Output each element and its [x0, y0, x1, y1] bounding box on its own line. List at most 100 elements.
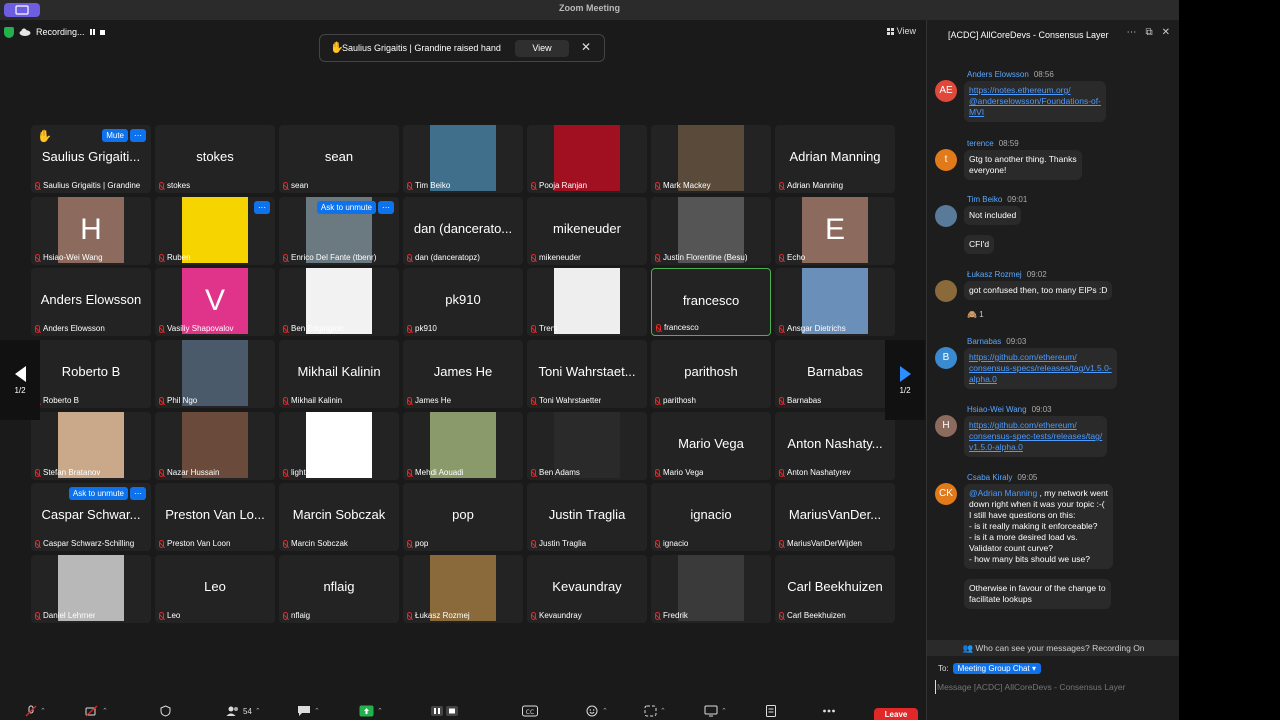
message-link[interactable]: https://github.com/ethereum/ consensus-s…	[964, 416, 1108, 457]
participant-tile[interactable]: Justin Traglia Justin Traglia	[527, 483, 647, 551]
avatar[interactable]	[935, 280, 957, 302]
participant-tile[interactable]: Justin Florentine (Besu)	[651, 197, 771, 265]
next-page-button[interactable]: 1/2	[885, 340, 925, 420]
mention-link[interactable]: @Adrian Manning	[969, 488, 1037, 498]
participant-tile[interactable]: Roberto B Roberto B	[31, 340, 151, 408]
participant-tile[interactable]: pk910 pk910	[403, 268, 523, 336]
participant-tile[interactable]: Marcin Sobczak Marcin Sobczak	[279, 483, 399, 551]
tile-more-icon[interactable]: ⋯	[378, 201, 394, 214]
participant-tile[interactable]: Leo Leo	[155, 555, 275, 623]
participant-tile[interactable]: Mario Vega Mario Vega	[651, 412, 771, 480]
participant-tile[interactable]: Barnabas Barnabas	[775, 340, 895, 408]
message-reaction[interactable]: 🙈 1	[967, 310, 984, 319]
share-screen-toolbar-button[interactable]: ⌃	[359, 704, 383, 718]
participant-tile[interactable]: Nazar Hussain	[155, 412, 275, 480]
tile-action-button[interactable]: Mute	[102, 129, 128, 142]
avatar[interactable]: CK	[935, 483, 957, 505]
participant-tile[interactable]: E Echo	[775, 197, 895, 265]
participant-tile[interactable]: Anton Nashaty... Anton Nashatyrev	[775, 412, 895, 480]
participant-tile[interactable]: Mark Mackey	[651, 125, 771, 193]
start-video-button[interactable]: ⌃	[85, 704, 108, 718]
participant-tile[interactable]: sean sean	[279, 125, 399, 193]
avatar[interactable]	[935, 205, 957, 227]
participant-tile[interactable]: Phil Ngo	[155, 340, 275, 408]
participant-tile[interactable]: Ben Adams	[527, 412, 647, 480]
reactions-button[interactable]: ⌃	[586, 704, 608, 718]
tile-action-button[interactable]: Ask to unmute	[316, 201, 376, 214]
chevron-up-icon[interactable]: ⌃	[40, 707, 46, 715]
apps-button[interactable]: ⌃	[644, 704, 666, 718]
participant-tile[interactable]: Kevaundray Kevaundray	[527, 555, 647, 623]
avatar[interactable]: AE	[935, 80, 957, 102]
tile-more-icon[interactable]: ⋯	[254, 201, 270, 214]
privacy-note[interactable]: 👥 Who can see your messages? Recording O…	[927, 640, 1180, 656]
participant-tile[interactable]: Fredrik	[651, 555, 771, 623]
participant-tile[interactable]: Tim Beiko	[403, 125, 523, 193]
participant-tile[interactable]: H Hsiao-Wei Wang	[31, 197, 151, 265]
chevron-up-icon[interactable]: ⌃	[602, 707, 608, 715]
chat-message-input[interactable]	[935, 680, 1173, 694]
chevron-up-icon[interactable]: ⌃	[102, 707, 108, 715]
participant-tile[interactable]: Łukasz Rozmej	[403, 555, 523, 623]
close-icon[interactable]: ✕	[581, 40, 591, 54]
pause-recording-icon[interactable]	[89, 29, 95, 35]
participant-tile[interactable]: Mehdi Aouadi	[403, 412, 523, 480]
avatar[interactable]: t	[935, 149, 957, 171]
unmute-button[interactable]: ⌃	[25, 704, 46, 718]
participant-tile[interactable]: Ben Edgington	[279, 268, 399, 336]
participant-tile[interactable]: Daniel Lehrner	[31, 555, 151, 623]
participant-tile[interactable]: V Vasiliy Shapovalov	[155, 268, 275, 336]
participant-tile[interactable]: dan (dancerato... dan (danceratopz)	[403, 197, 523, 265]
participant-tile[interactable]: Ask to unmute ⋯ Enrico Del Fante (tbenr)	[279, 197, 399, 265]
participant-tile[interactable]: ⋯ Ruben	[155, 197, 275, 265]
pop-out-icon[interactable]: ⧉	[1145, 27, 1152, 38]
chevron-up-icon[interactable]: ⌃	[255, 707, 261, 715]
message-link[interactable]: https://github.com/ethereum/ consensus-s…	[964, 348, 1117, 389]
participant-tile[interactable]: stokes stokes	[155, 125, 275, 193]
tile-action-button[interactable]: Ask to unmute	[68, 487, 128, 500]
avatar[interactable]: H	[935, 415, 957, 437]
tile-more-icon[interactable]: ⋯	[130, 487, 146, 500]
chevron-up-icon[interactable]: ⌃	[377, 707, 383, 715]
participant-tile[interactable]: Toni Wahrstaet... Toni Wahrstaetter	[527, 340, 647, 408]
participant-tile[interactable]: lightclient	[279, 412, 399, 480]
chevron-up-icon[interactable]: ⌃	[314, 707, 320, 715]
tile-more-icon[interactable]: ⋯	[130, 129, 146, 142]
chat-button[interactable]: ⌃	[297, 704, 320, 718]
participant-tile[interactable]: James He James He	[403, 340, 523, 408]
participant-tile[interactable]: Mikhail Kalinin Mikhail Kalinin	[279, 340, 399, 408]
participant-tile[interactable]: Adrian Manning Adrian Manning	[775, 125, 895, 193]
avatar[interactable]: B	[935, 347, 957, 369]
banner-view-button[interactable]: View	[515, 40, 569, 57]
participant-tile[interactable]: francesco francesco	[651, 268, 771, 336]
participant-tile[interactable]: Pooja Ranjan	[527, 125, 647, 193]
participant-tile[interactable]: Caspar Schwar... Ask to unmute ⋯ Caspar Sch…	[31, 483, 151, 551]
view-button[interactable]: View	[886, 26, 916, 36]
participant-tile[interactable]: nflaig nflaig	[279, 555, 399, 623]
participant-tile[interactable]: MariusVanDer... MariusVanDerWijden	[775, 483, 895, 551]
participant-tile[interactable]: Stefan Bratanov	[31, 412, 151, 480]
participant-tile[interactable]: Saulius Grigaiti... ✋ Mute ⋯ Saulius Grigait…	[31, 125, 151, 193]
participant-tile[interactable]: mikeneuder mikeneuder	[527, 197, 647, 265]
recipient-dropdown[interactable]: Meeting Group Chat ▾	[952, 663, 1041, 674]
more-options-icon[interactable]: ⋯	[1126, 27, 1136, 38]
notes-button[interactable]	[765, 704, 777, 718]
participant-tile[interactable]: Ansgar Dietrichs	[775, 268, 895, 336]
participant-tile[interactable]: pop pop	[403, 483, 523, 551]
whiteboard-button[interactable]: ⌃	[704, 704, 727, 718]
participant-tile[interactable]: Preston Van Lo... Preston Van Loon	[155, 483, 275, 551]
close-chat-icon[interactable]: ✕	[1162, 27, 1170, 38]
participant-tile[interactable]: parithosh parithosh	[651, 340, 771, 408]
previous-page-button[interactable]: 1/2	[0, 340, 40, 420]
participant-tile[interactable]: Carl Beekhuizen Carl Beekhuizen	[775, 555, 895, 623]
leave-button[interactable]: Leave	[874, 708, 918, 720]
recording-controls[interactable]	[430, 704, 460, 718]
captions-button[interactable]: CC	[522, 704, 538, 718]
more-button[interactable]	[822, 704, 836, 718]
participants-button[interactable]: 54 ⌃	[226, 704, 261, 718]
participant-tile[interactable]: ignacio ignacio	[651, 483, 771, 551]
stop-recording-icon[interactable]	[99, 29, 105, 35]
participant-tile[interactable]: Trent	[527, 268, 647, 336]
chevron-up-icon[interactable]: ⌃	[721, 707, 727, 715]
message-link[interactable]: https://notes.ethereum.org/ @anderselows…	[964, 81, 1106, 122]
